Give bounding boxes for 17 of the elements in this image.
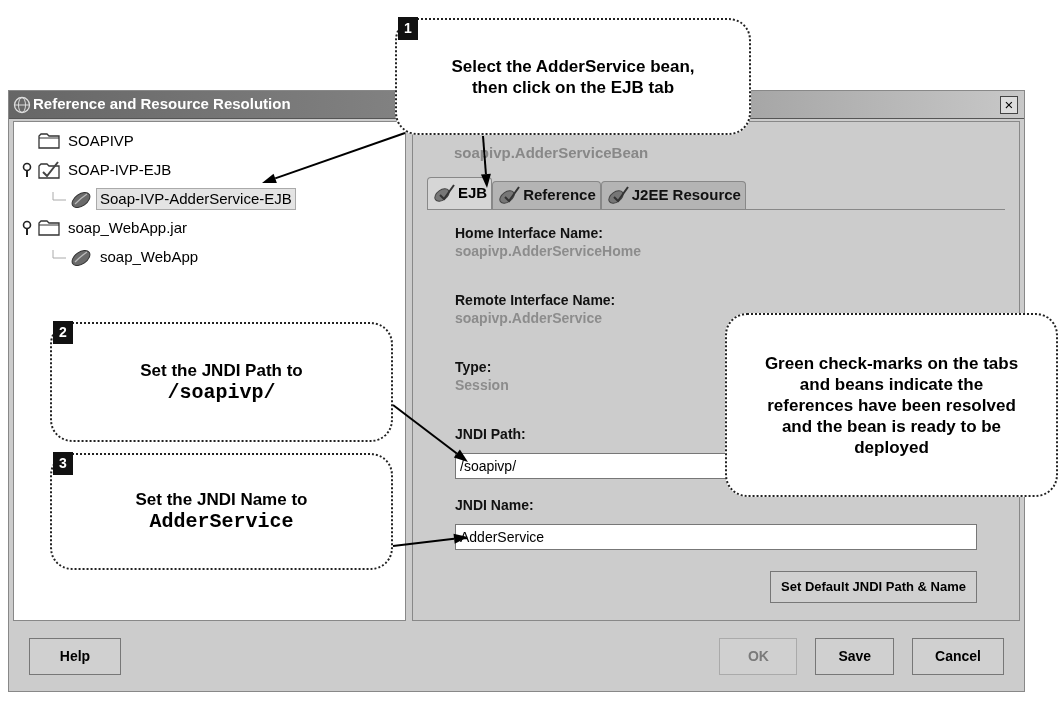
step-number: 2 (53, 321, 73, 344)
code-text: AdderService (149, 510, 294, 534)
code-text: /soapivp/ (167, 380, 276, 405)
callout-text: Set the JNDI Name to (135, 489, 308, 510)
field-label: Home Interface Name: (455, 223, 603, 242)
field-label: JNDI Name: (455, 495, 534, 514)
window-title: Reference and Resource Resolution (33, 94, 291, 115)
field-label: JNDI Path: (455, 424, 526, 443)
callout-text: Set the JNDI Path to (140, 359, 303, 381)
field-value: Session (455, 375, 509, 394)
step-number: 1 (398, 17, 418, 40)
field-label: Remote Interface Name: (455, 290, 616, 309)
field-label: Type: (455, 357, 492, 376)
callout-text: Select the AdderService bean, then click on the EJB tab (450, 55, 696, 98)
step-number: 3 (53, 452, 73, 475)
field-value: soapivp.AdderServiceHome (455, 241, 641, 260)
field-value: soapivp.AdderService (455, 308, 603, 327)
